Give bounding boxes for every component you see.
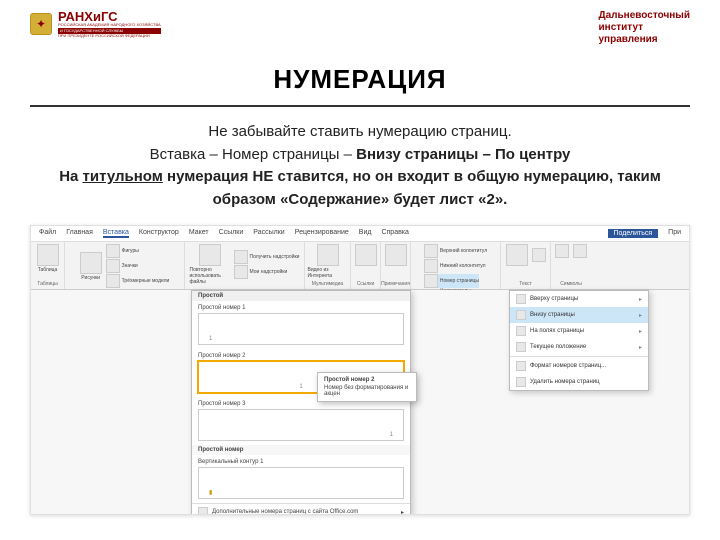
video-icon[interactable] (317, 244, 339, 266)
ribbon-tabs: Файл Главная Вставка Конструктор Макет С… (31, 226, 689, 242)
tab-design[interactable]: Конструктор (139, 229, 179, 238)
tab-layout[interactable]: Макет (189, 229, 209, 238)
chevron-right-icon: ▸ (401, 509, 404, 516)
page-number-gallery: Простой Простой номер 1 1 Простой номер … (191, 290, 411, 515)
body-text: Не забывайте ставить нумерацию страниц. … (40, 121, 680, 211)
ribbon-group-symbols: Символы (551, 242, 591, 289)
tab-mailings[interactable]: Рассылки (253, 229, 284, 238)
symbol-icon[interactable] (573, 244, 587, 258)
page-number-menu: Вверху страницы ▸ Внизу страницы ▸ На по… (509, 290, 649, 391)
menu-top-of-page[interactable]: Вверху страницы ▸ (510, 291, 648, 307)
ribbon-group-addins: Повторно использовать файлы Получить над… (185, 242, 305, 289)
pictures-icon[interactable] (80, 252, 102, 274)
tab-insert[interactable]: Вставка (103, 229, 129, 238)
slide-title: НУМЕРАЦИЯ (0, 64, 720, 95)
margins-icon (516, 326, 526, 336)
format-icon (516, 361, 526, 371)
ribbon-group-headerfooter: Верхний колонтитул Нижний колонтитул Ном… (411, 242, 501, 289)
tab-file[interactable]: Файл (39, 229, 56, 238)
tab-references[interactable]: Ссылки (219, 229, 244, 238)
gallery-item-3[interactable]: Простой номер 3 1 (192, 397, 410, 445)
menu-current-position[interactable]: Текущее положение ▸ (510, 339, 648, 355)
gallery-tooltip: Простой номер 2 Номер без форматирования… (317, 372, 417, 402)
ribbon-group-media: Видео из Интернета Мультимедиа (305, 242, 351, 289)
ribbon-group-tables: Таблица Таблицы (31, 242, 65, 289)
equation-icon[interactable] (555, 244, 569, 258)
tab-home[interactable]: Главная (66, 229, 93, 238)
icons-icon[interactable] (106, 259, 120, 273)
shapes-icon[interactable] (106, 244, 120, 258)
word-screenshot: Файл Главная Вставка Конструктор Макет С… (30, 225, 690, 515)
header-icon[interactable] (424, 244, 438, 258)
comment-icon[interactable] (385, 244, 407, 266)
my-addins-icon[interactable] (234, 265, 248, 279)
logo-sub1: РОССИЙСКАЯ АКАДЕМИЯ НАРОДНОГО ХОЗЯЙСТВА (58, 23, 161, 27)
get-addins-icon[interactable] (234, 250, 248, 264)
chevron-right-icon: ▸ (639, 312, 642, 319)
table-icon[interactable] (37, 244, 59, 266)
menu-page-margins[interactable]: На полях страницы ▸ (510, 323, 648, 339)
menu-bottom-of-page[interactable]: Внизу страницы ▸ (510, 307, 648, 323)
wordart-icon[interactable] (532, 248, 546, 262)
gallery-item-1[interactable]: Простой номер 1 1 (192, 301, 410, 349)
top-page-icon (516, 294, 526, 304)
textbox-icon[interactable] (506, 244, 528, 266)
reuse-icon[interactable] (199, 244, 221, 266)
page-number-icon[interactable] (424, 274, 438, 288)
text-line2: Вставка – Номер страницы – Внизу страниц… (40, 144, 680, 167)
chevron-right-icon: ▸ (639, 328, 642, 335)
ribbon-group-links: Ссылки (351, 242, 381, 289)
tab-view[interactable]: Вид (359, 229, 372, 238)
slide-header: РАНХиГС РОССИЙСКАЯ АКАДЕМИЯ НАРОДНОГО ХО… (0, 0, 720, 46)
link-icon[interactable] (355, 244, 377, 266)
footer-icon[interactable] (424, 259, 438, 273)
gallery-section-simple: Простой (192, 291, 410, 301)
ribbon-group-text: Текст (501, 242, 551, 289)
tab-review[interactable]: Рецензирование (295, 229, 349, 238)
document-canvas: Простой Простой номер 1 1 Простой номер … (31, 290, 689, 514)
text-line1: Не забывайте ставить нумерацию страниц. (40, 121, 680, 144)
gallery-section-2: Простой номер (192, 445, 410, 455)
logo-block: РАНХиГС РОССИЙСКАЯ АКАДЕМИЯ НАРОДНОГО ХО… (30, 10, 161, 38)
text-line3: На титульном нумерация НЕ ставится, но о… (40, 166, 680, 211)
institute-name: Дальневосточный институт управления (599, 10, 691, 46)
bottom-page-icon (516, 310, 526, 320)
comments-button[interactable]: При (668, 229, 681, 238)
tab-help[interactable]: Справка (381, 229, 408, 238)
ribbon-group-comments: Примечания (381, 242, 411, 289)
chevron-right-icon: ▸ (639, 296, 642, 303)
remove-icon (516, 377, 526, 387)
share-button[interactable]: Поделиться (608, 229, 659, 238)
gallery-item-4[interactable]: Вертикальный контур 1 ▮ (192, 455, 410, 503)
ribbon-group-illustrations: Рисунки Фигуры Значки Трёхмерные модели … (65, 242, 185, 289)
office-icon (198, 507, 208, 515)
menu-remove-numbers[interactable]: Удалить номера страниц (510, 374, 648, 390)
menu-format-numbers[interactable]: Формат номеров страниц... (510, 358, 648, 374)
current-pos-icon (516, 342, 526, 352)
title-rule (30, 105, 690, 107)
models-icon[interactable] (106, 274, 120, 288)
chevron-right-icon: ▸ (639, 344, 642, 351)
logo-sub3: ПРИ ПРЕЗИДЕНТЕ РОССИЙСКОЙ ФЕДЕРАЦИИ (58, 34, 161, 38)
ribbon: Таблица Таблицы Рисунки Фигуры Значки Тр… (31, 242, 689, 290)
gallery-more-office[interactable]: Дополнительные номера страниц с сайта Of… (192, 503, 410, 515)
logo-emblem-icon (30, 13, 52, 35)
